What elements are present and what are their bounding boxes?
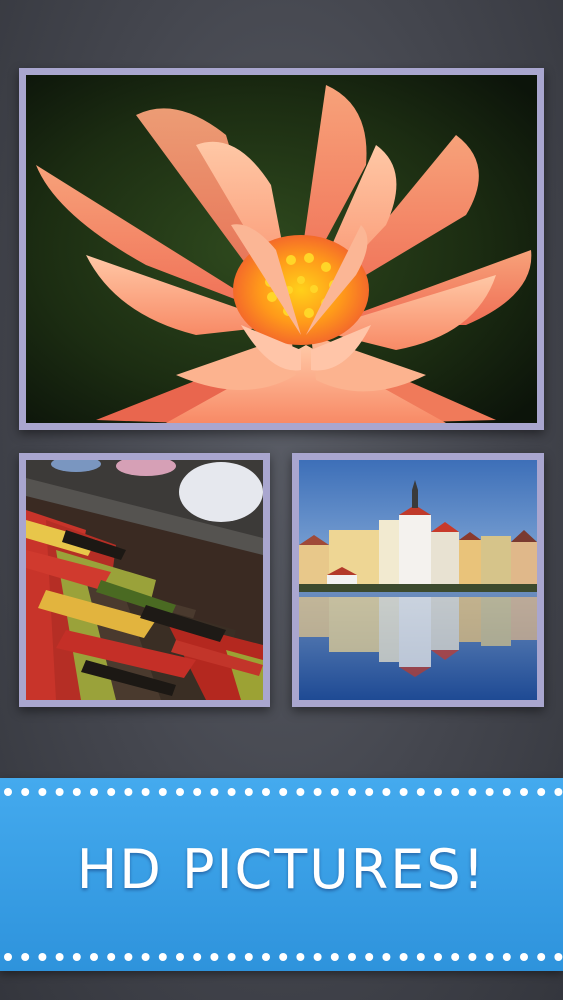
border-dot	[296, 788, 305, 796]
border-dot	[124, 788, 133, 796]
piano-photo-frame	[19, 453, 270, 707]
border-dot	[313, 788, 322, 796]
painted-piano-keys-image	[26, 460, 263, 700]
town-photo-frame	[292, 453, 544, 707]
border-dot	[72, 788, 81, 796]
border-dot	[141, 788, 150, 796]
border-dot	[141, 953, 150, 961]
border-dot	[537, 788, 546, 796]
border-dot	[434, 953, 442, 961]
border-dot	[227, 788, 236, 796]
border-dot	[485, 788, 494, 796]
border-dot	[124, 953, 133, 961]
border-dot	[4, 788, 12, 796]
border-dot	[330, 788, 339, 796]
border-dot	[262, 953, 270, 961]
border-dot	[176, 953, 184, 961]
border-dot	[468, 953, 477, 961]
border-dot	[451, 953, 460, 961]
border-dot	[520, 953, 528, 961]
border-dot	[38, 788, 47, 796]
border-dot	[348, 953, 356, 961]
border-dot	[210, 953, 219, 961]
border-dot	[554, 953, 563, 961]
border-dot	[279, 953, 288, 961]
border-dot	[107, 953, 116, 961]
border-dot	[382, 788, 391, 796]
border-dot	[244, 953, 253, 961]
border-dot	[210, 788, 219, 796]
border-dot	[502, 953, 511, 961]
border-dot	[90, 788, 98, 796]
border-dot	[434, 788, 442, 796]
border-dot	[520, 788, 528, 796]
border-dot	[537, 953, 546, 961]
border-dot	[227, 953, 236, 961]
lakeside-town-image	[299, 460, 537, 700]
banner-top-dotted-border	[0, 787, 563, 797]
border-dot	[21, 788, 30, 796]
border-dot	[451, 788, 460, 796]
border-dot	[554, 788, 563, 796]
border-dot	[21, 953, 30, 961]
border-dot	[193, 953, 202, 961]
border-dot	[330, 953, 339, 961]
hd-pictures-banner: HD PICTURES!	[0, 778, 563, 971]
border-dot	[176, 788, 184, 796]
border-dot	[55, 788, 64, 796]
border-dot	[158, 788, 167, 796]
border-dot	[382, 953, 391, 961]
border-dot	[313, 953, 322, 961]
border-dot	[296, 953, 305, 961]
border-dot	[4, 953, 12, 961]
border-dot	[365, 953, 374, 961]
border-dot	[244, 788, 253, 796]
border-dot	[468, 788, 477, 796]
lotus-flower-image	[26, 75, 537, 423]
border-dot	[416, 788, 425, 796]
banner-title: HD PICTURES!	[76, 838, 487, 901]
border-dot	[158, 953, 167, 961]
border-dot	[416, 953, 425, 961]
border-dot	[399, 788, 408, 796]
border-dot	[279, 788, 288, 796]
border-dot	[399, 953, 408, 961]
border-dot	[365, 788, 374, 796]
border-dot	[107, 788, 116, 796]
border-dot	[90, 953, 98, 961]
border-dot	[72, 953, 81, 961]
lotus-photo-frame	[19, 68, 544, 430]
border-dot	[348, 788, 356, 796]
border-dot	[55, 953, 64, 961]
border-dot	[38, 953, 47, 961]
banner-bottom-dotted-border	[0, 952, 563, 962]
border-dot	[502, 788, 511, 796]
border-dot	[485, 953, 494, 961]
border-dot	[193, 788, 202, 796]
border-dot	[262, 788, 270, 796]
